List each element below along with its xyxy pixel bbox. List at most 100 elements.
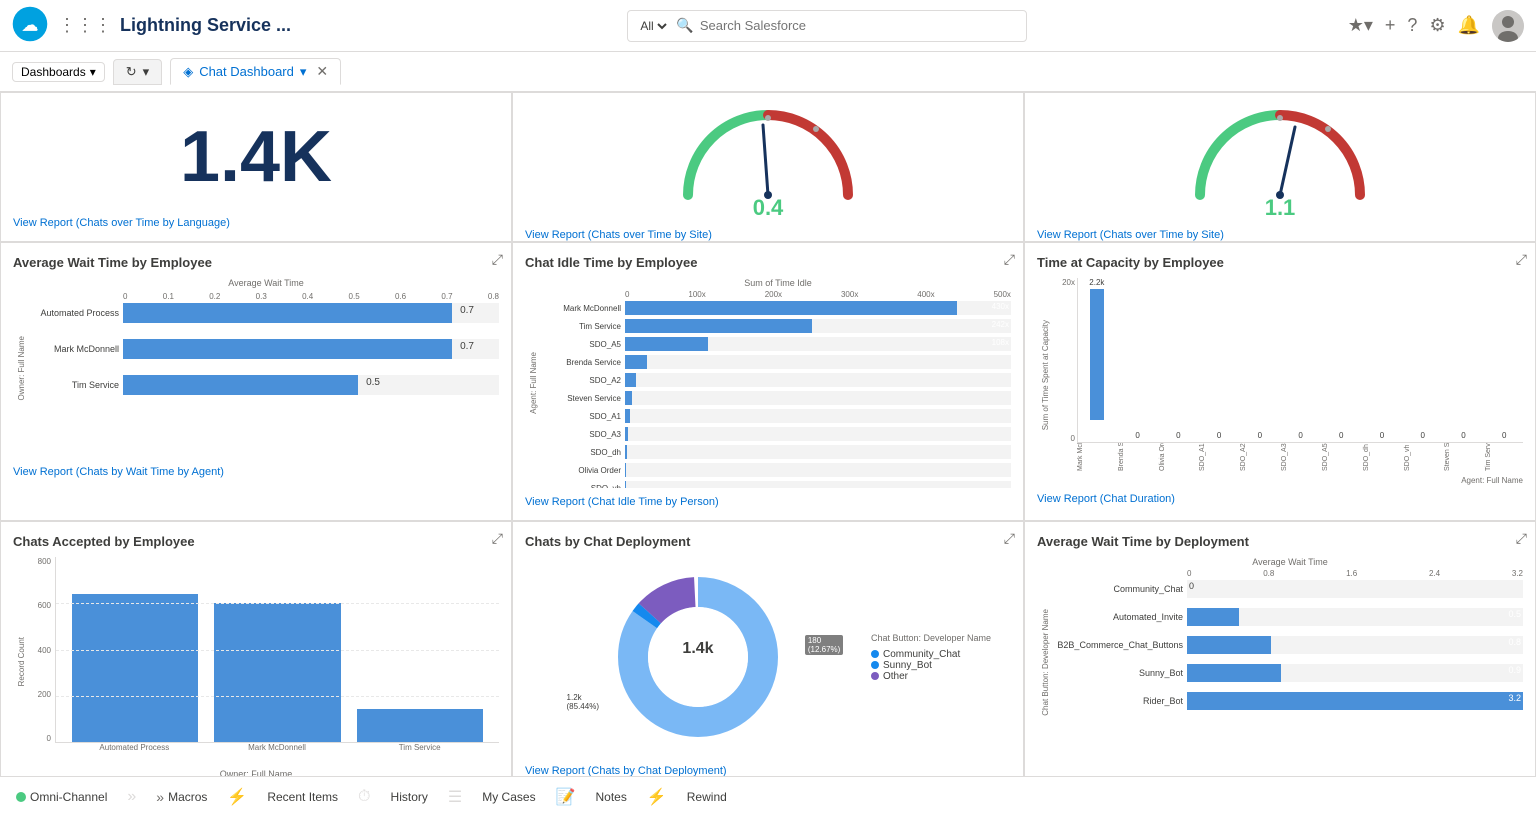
y-axis-label-idle: Agent: Full Name	[529, 352, 538, 414]
view-report-link-deployment[interactable]: View Report (Chats by Chat Deployment)	[525, 765, 1011, 776]
chart-title-idle: Sum of Time Idle	[545, 278, 1011, 288]
view-report-link-avg-wait[interactable]: View Report (Chats by Wait Time by Agent…	[13, 466, 499, 478]
chevron-down-icon: ▾	[143, 64, 150, 80]
gauge-value-1: 0.4	[753, 195, 784, 221]
breadcrumb: Dashboards ▾	[12, 62, 105, 82]
new-item-button[interactable]: +	[1385, 15, 1396, 36]
view-report-link-1[interactable]: View Report (Chats over Time by Site)	[525, 229, 1011, 241]
omni-dot	[16, 792, 26, 802]
status-macros[interactable]: » Macros	[156, 789, 207, 805]
avatar[interactable]	[1492, 10, 1524, 42]
deployment-legend: Chat Button: Developer Name Community_Ch…	[871, 633, 1011, 682]
search-scope-select[interactable]: All	[636, 18, 670, 34]
view-report-link-0[interactable]: View Report (Chats over Time by Language…	[13, 217, 499, 229]
view-report-link-2[interactable]: View Report (Chats over Time by Site)	[1037, 229, 1523, 241]
chat-dashboard-tab[interactable]: ◈ Chat Dashboard ▾ ✕	[170, 58, 341, 85]
cap-bar-olivia: 0	[1159, 278, 1197, 442]
cap-bar-sdo-dh: 0	[1363, 278, 1401, 442]
idle-bar-sdo-vh: SDO_vh 12	[545, 481, 1011, 488]
chats-accepted-chart: Record Count 800 600 400 200 0	[13, 557, 499, 767]
idle-bar-sdo-a1: SDO_A1 1.4k	[545, 409, 1011, 423]
donut-chart: 1.4k 180(12.67%) 1.2k(85.44%)	[525, 567, 871, 747]
expand-button-avg-wait[interactable]: ⤢	[492, 251, 503, 268]
card-wait-deployment: Average Wait Time by Deployment ⤢ Chat B…	[1024, 521, 1536, 776]
search-input[interactable]	[700, 18, 950, 33]
omni-channel-label: Omni-Channel	[30, 790, 107, 804]
card-deployment: Chats by Chat Deployment ⤢	[512, 521, 1024, 776]
dashboard-icon: ◈	[183, 64, 193, 80]
plus-icon: +	[1385, 15, 1396, 36]
gear-icon: ⚙	[1429, 15, 1445, 36]
accepted-bar-auto	[72, 557, 198, 742]
card-title-deployment: Chats by Chat Deployment	[525, 534, 1011, 549]
refresh-icon: ↻	[126, 64, 137, 80]
macros-icon: »	[156, 789, 164, 805]
card-avg-wait-time: Average Wait Time by Employee ⤢ Owner: F…	[0, 242, 512, 521]
y-axis-wait-deploy: Chat Button: Developer Name	[1041, 609, 1050, 716]
row-1: Average Wait Time by Employee ⤢ Owner: F…	[0, 242, 1536, 521]
idle-x-ticks: 0 100x 200x 300x 400x 500x	[545, 290, 1011, 299]
cap-x-axis-label: Agent: Full Name	[1461, 476, 1523, 485]
help-button[interactable]: ?	[1407, 15, 1417, 36]
idle-bar-sdo-a5: SDO_A5 108x	[545, 337, 1011, 351]
status-notes[interactable]: Notes	[595, 790, 626, 804]
view-report-link-chat-idle[interactable]: View Report (Chat Idle Time by Person)	[525, 496, 1011, 508]
gauge-value-2: 1.1	[1265, 195, 1296, 221]
legend-dot-community	[871, 650, 879, 658]
settings-button[interactable]: ⚙	[1429, 15, 1445, 36]
row-0: 1.4K View Report (Chats over Time by Lan…	[0, 92, 1536, 242]
cap-bar-sdo-a3: 0	[1282, 278, 1320, 442]
tab-close-button[interactable]: ✕	[316, 63, 328, 80]
breadcrumb-bar: Dashboards ▾ ↻ ▾ ◈ Chat Dashboard ▾ ✕	[0, 52, 1536, 92]
search-icon: 🔍	[676, 17, 693, 34]
wait-deploy-chart: Chat Button: Developer Name Average Wait…	[1037, 557, 1523, 767]
question-icon: ?	[1407, 15, 1417, 36]
refresh-tab[interactable]: ↻ ▾	[113, 59, 162, 85]
x-axis-owner-label: Owner: Full Name	[13, 769, 499, 776]
wait-x-ticks: 0 0.8 1.6 2.4 3.2	[1057, 569, 1523, 578]
expand-button-wait-deploy[interactable]: ⤢	[1516, 530, 1527, 547]
expand-button-accepted[interactable]: ⤢	[492, 530, 503, 547]
view-report-link-capacity[interactable]: View Report (Chat Duration)	[1037, 493, 1523, 505]
status-omni-channel[interactable]: Omni-Channel	[16, 790, 107, 804]
accepted-bar-tim	[357, 557, 483, 742]
status-rewind[interactable]: Rewind	[687, 790, 727, 804]
legend-label-community: Community_Chat	[883, 649, 960, 660]
avg-wait-chart: Owner: Full Name Average Wait Time 0 0.1…	[13, 278, 499, 458]
salesforce-logo[interactable]: ☁	[12, 6, 48, 45]
legend-label-other: Other	[883, 671, 908, 682]
expand-button-capacity[interactable]: ⤢	[1516, 251, 1527, 268]
rewind-label: Rewind	[687, 790, 727, 804]
card-title-capacity: Time at Capacity by Employee	[1037, 255, 1523, 270]
x-label-auto: Automated Process	[71, 743, 198, 767]
status-history[interactable]: History	[391, 790, 428, 804]
row-2: Chats Accepted by Employee ⤢ Record Coun…	[0, 521, 1536, 776]
status-recent-items[interactable]: Recent Items	[267, 790, 338, 804]
expand-button-chat-idle[interactable]: ⤢	[1004, 251, 1015, 268]
y-axis-label-cap: Sum of Time Spent at Capacity	[1041, 320, 1050, 430]
wait-bar-sunny: Sunny_Bot 0.9	[1057, 664, 1523, 682]
cap-bar-sdo-vh: 0	[1404, 278, 1442, 442]
donut-label-community: 1.2k(85.44%)	[567, 693, 599, 711]
cap-bar-sdo-a5: 0	[1322, 278, 1360, 442]
app-switcher-button[interactable]: ⋮⋮⋮	[58, 15, 112, 36]
dashboards-dropdown[interactable]: Dashboards ▾	[12, 62, 105, 82]
cap-bar-mark: 2.2k	[1078, 278, 1116, 442]
x-label-mark: Mark McDonnell	[214, 743, 341, 767]
favorites-button[interactable]: ★▾	[1348, 15, 1373, 36]
deployment-chart: 1.4k 180(12.67%) 1.2k(85.44%) Chat Butto…	[525, 557, 1011, 757]
gauge-svg-2	[1180, 105, 1380, 205]
expand-button-deployment[interactable]: ⤢	[1004, 530, 1015, 547]
separator-5: 📝	[556, 787, 576, 807]
idle-bar-sdo-dh: SDO_dh 250	[545, 445, 1011, 459]
separator-1: »	[127, 788, 136, 806]
status-my-cases[interactable]: My Cases	[482, 790, 535, 804]
nav-icons: ★▾ + ? ⚙ 🔔	[1348, 10, 1524, 42]
card-chats-site-2: 1.1 View Report (Chats over Time by Site…	[1024, 92, 1536, 242]
dashboards-label: Dashboards	[21, 65, 86, 79]
top-nav: ☁ ⋮⋮⋮ Lightning Service ... All 🔍 ★▾ + ?…	[0, 0, 1536, 52]
bar-row-tim: Tim Service 0.5	[33, 375, 499, 395]
notifications-button[interactable]: 🔔	[1458, 15, 1480, 36]
app-name: Lightning Service ...	[120, 15, 291, 36]
separator-6: ⚡	[647, 787, 667, 807]
